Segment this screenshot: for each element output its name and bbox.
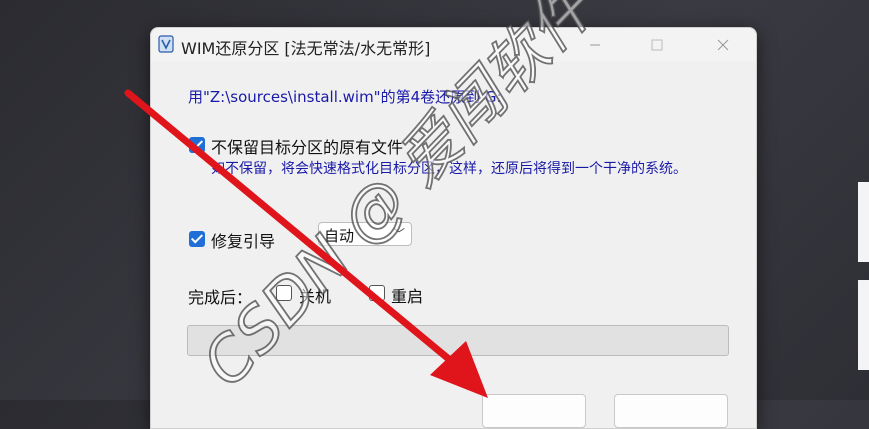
- restore-description: 用"Z:\sources\install.wim"的第4卷还原到 G:: [188, 88, 502, 106]
- minimize-icon: [590, 44, 600, 46]
- app-icon: [158, 35, 174, 53]
- close-button[interactable]: [703, 32, 743, 58]
- shutdown-checkbox[interactable]: [276, 285, 292, 301]
- boot-mode-select[interactable]: 自动 ﹀: [318, 222, 412, 246]
- repair-boot-checkbox[interactable]: [189, 231, 205, 247]
- shutdown-label[interactable]: 关机: [299, 283, 331, 307]
- wim-restore-dialog: WIM还原分区 [法无常法/水无常形] 用"Z:\sources\install…: [150, 27, 757, 429]
- background-window-edge: [858, 182, 869, 262]
- no-keep-files-checkbox[interactable]: [189, 137, 205, 153]
- chevron-down-icon: ﹀: [392, 227, 405, 241]
- maximize-icon: [651, 39, 663, 51]
- restart-label[interactable]: 重启: [391, 283, 423, 307]
- background-window-edge: [858, 280, 869, 370]
- window-title: WIM还原分区 [法无常法/水无常形]: [181, 39, 431, 58]
- maximize-button[interactable]: [637, 32, 677, 58]
- title-bar[interactable]: WIM还原分区 [法无常法/水无常形]: [151, 28, 756, 62]
- ok-button[interactable]: [482, 394, 586, 428]
- progress-bar: [187, 325, 729, 356]
- boot-mode-value: 自动: [324, 227, 355, 245]
- no-keep-files-label[interactable]: 不保留目标分区的原有文件: [211, 134, 403, 158]
- close-icon: [717, 39, 729, 51]
- no-keep-files-hint: 如不保留，将会快速格式化目标分区，这样，还原后将得到一个干净的系统。: [211, 161, 687, 177]
- minimize-button[interactable]: [575, 32, 615, 58]
- cancel-button[interactable]: [614, 394, 728, 428]
- restart-checkbox[interactable]: [369, 285, 385, 301]
- after-done-label: 完成后：: [188, 288, 253, 307]
- repair-boot-label[interactable]: 修复引导: [211, 228, 275, 252]
